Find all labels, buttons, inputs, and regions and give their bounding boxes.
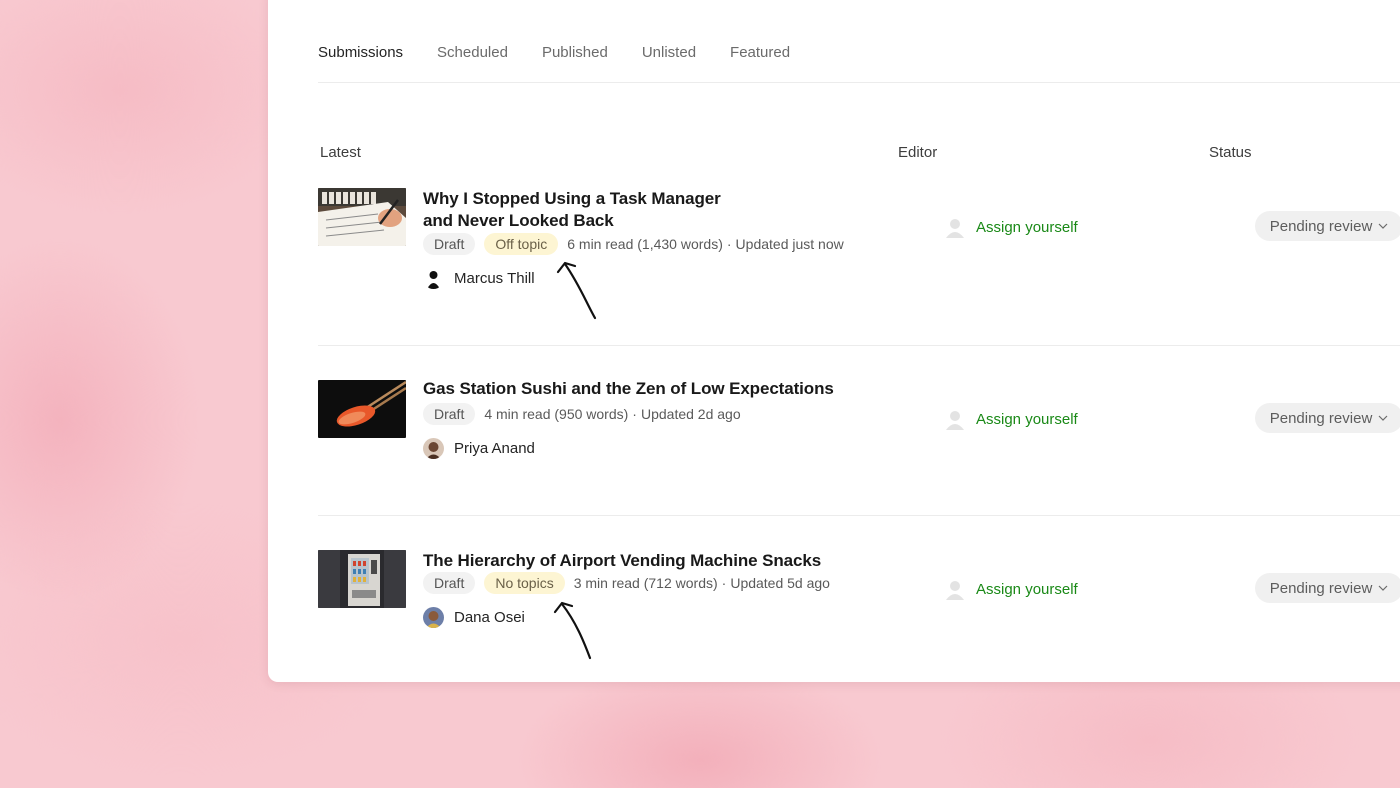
submission-meta: Draft No topics 3 min read (712 words) ·…: [423, 572, 830, 594]
updated-time: Updated 5d ago: [730, 575, 830, 591]
tab-scheduled[interactable]: Scheduled: [437, 44, 508, 61]
tab-published[interactable]: Published: [542, 44, 608, 61]
status-dropdown[interactable]: Pending review: [1255, 403, 1400, 433]
status-label: Pending review: [1269, 409, 1373, 427]
tab-divider: [318, 82, 1400, 83]
notebook-handwriting-image[interactable]: [318, 188, 406, 246]
status-label: Pending review: [1269, 579, 1373, 597]
vending-machine-image[interactable]: [318, 550, 406, 608]
submissions-panel: Submissions Scheduled Published Unlisted…: [268, 0, 1400, 682]
user-placeholder-icon: [946, 581, 964, 600]
draft-chip: Draft: [423, 403, 476, 425]
tab-submissions[interactable]: Submissions: [318, 44, 403, 61]
assign-yourself-label: Assign yourself: [976, 218, 1078, 236]
separator-dot: ·: [721, 575, 727, 591]
row-divider: [318, 515, 1400, 516]
author-name: Marcus Thill: [454, 270, 535, 287]
submission-meta: Draft 4 min read (950 words) · Updated 2…: [423, 403, 741, 425]
assign-yourself-label: Assign yourself: [976, 410, 1078, 428]
assign-yourself-label: Assign yourself: [976, 580, 1078, 598]
submission-title[interactable]: Why I Stopped Using a Task Manager and N…: [423, 188, 753, 232]
status-dropdown[interactable]: Pending review: [1255, 573, 1400, 603]
draft-chip: Draft: [423, 572, 476, 594]
annotation-arrow-icon: [556, 261, 597, 320]
draft-chip: Draft: [423, 233, 476, 255]
assign-yourself-button[interactable]: Assign yourself: [944, 408, 1078, 430]
assign-yourself-button[interactable]: Assign yourself: [944, 216, 1078, 238]
user-placeholder-icon: [946, 411, 964, 430]
annotation-arrow-icon: [553, 601, 592, 660]
column-header-editor: Editor: [898, 144, 938, 161]
read-time: 6 min read (1,430 words): [567, 236, 723, 252]
separator-dot: ·: [632, 406, 637, 422]
column-header-status: Status: [1209, 144, 1252, 161]
topic-warning-chip: Off topic: [484, 233, 559, 255]
tab-bar: Submissions Scheduled Published Unlisted…: [318, 44, 790, 61]
sushi-chopsticks-image[interactable]: [318, 380, 406, 438]
read-time: 3 min read (712 words): [573, 575, 718, 591]
author-avatar: [423, 607, 444, 628]
user-placeholder-icon: [946, 219, 964, 238]
author[interactable]: Marcus Thill: [423, 268, 535, 289]
submission-title[interactable]: Gas Station Sushi and the Zen of Low Exp…: [423, 378, 863, 400]
submission-meta: Draft Off topic 6 min read (1,430 words)…: [423, 233, 844, 255]
chevron-down-icon: [1378, 415, 1388, 421]
status-dropdown[interactable]: Pending review: [1255, 211, 1400, 241]
submission-title[interactable]: The Hierarchy of Airport Vending Machine…: [423, 550, 863, 572]
column-header-latest: Latest: [320, 144, 361, 161]
author[interactable]: Priya Anand: [423, 438, 535, 459]
status-label: Pending review: [1269, 217, 1373, 235]
author[interactable]: Dana Osei: [423, 607, 525, 628]
updated-time: Updated just now: [735, 236, 844, 252]
updated-time: Updated 2d ago: [640, 406, 741, 422]
author-avatar: [423, 438, 444, 459]
tab-unlisted[interactable]: Unlisted: [642, 44, 696, 61]
chevron-down-icon: [1378, 223, 1388, 229]
assign-yourself-button[interactable]: Assign yourself: [944, 578, 1078, 600]
tab-featured[interactable]: Featured: [730, 44, 790, 61]
chevron-down-icon: [1378, 585, 1388, 591]
separator-dot: ·: [726, 236, 732, 252]
topic-warning-chip: No topics: [484, 572, 565, 594]
row-divider: [318, 345, 1400, 346]
author-name: Priya Anand: [454, 440, 535, 457]
author-avatar: [423, 268, 444, 289]
read-time: 4 min read (950 words): [484, 406, 629, 422]
author-name: Dana Osei: [454, 609, 525, 626]
